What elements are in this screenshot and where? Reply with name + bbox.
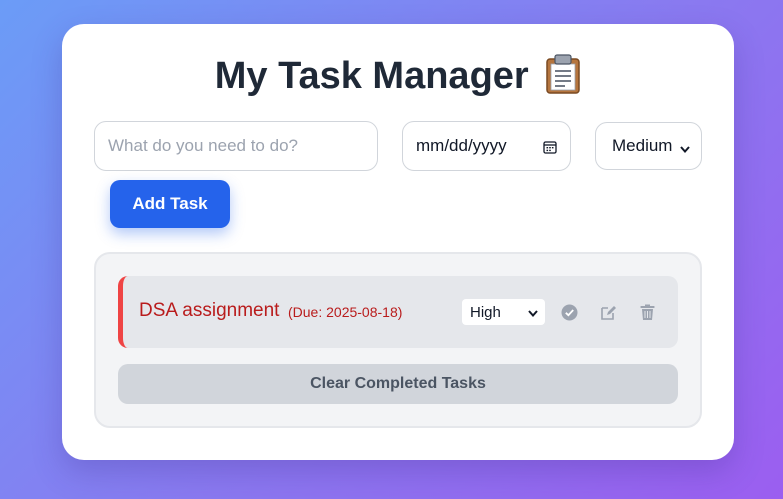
task-list-panel: DSA assignment (Due: 2025-08-18) High Cl… — [94, 252, 702, 428]
task-priority-select[interactable]: High — [462, 299, 545, 325]
due-date-input[interactable]: mm/dd/yyyy — [402, 121, 571, 171]
clear-completed-button[interactable]: Clear Completed Tasks — [118, 364, 678, 404]
chevron-down-icon — [679, 140, 691, 154]
chevron-down-icon — [527, 306, 539, 318]
edit-icon[interactable] — [599, 303, 617, 321]
calendar-icon[interactable] — [543, 139, 557, 154]
task-input[interactable] — [94, 121, 378, 171]
priority-select-value: Medium — [612, 136, 673, 155]
clipboard-icon — [545, 54, 581, 104]
task-manager-card: My Task Manager mm/dd/yyyy — [62, 24, 734, 460]
task-name[interactable]: DSA assignment — [139, 300, 279, 322]
trash-icon[interactable] — [638, 303, 656, 321]
priority-select[interactable]: Medium — [595, 122, 702, 170]
add-task-button[interactable]: Add Task — [110, 180, 230, 228]
due-date-placeholder: mm/dd/yyyy — [416, 136, 507, 155]
task-due-date: (Due: 2025-08-18) — [288, 304, 403, 320]
task-priority-value: High — [470, 303, 501, 321]
page-title-text: My Task Manager — [214, 55, 529, 97]
task-item: DSA assignment (Due: 2025-08-18) High — [118, 276, 678, 348]
page-title: My Task Manager — [62, 54, 734, 104]
check-circle-icon[interactable] — [560, 303, 578, 321]
